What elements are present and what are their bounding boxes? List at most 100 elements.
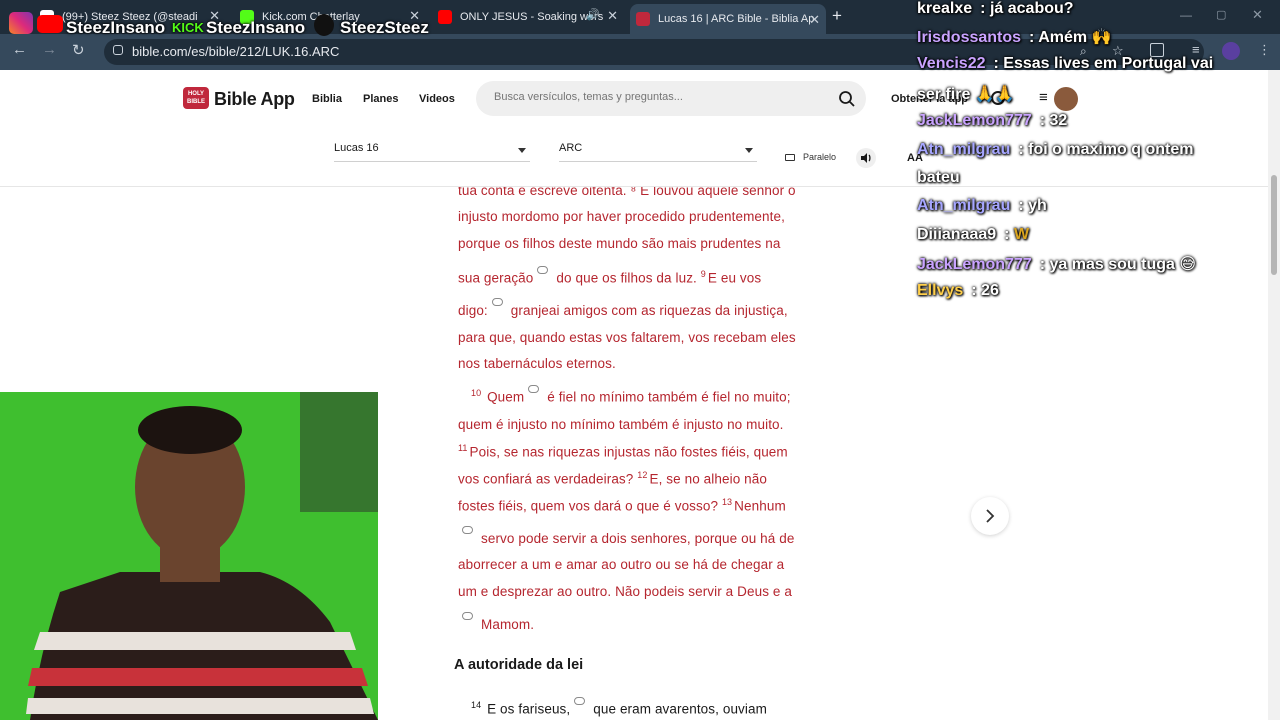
verse-text: servo pode servir a dois senhores, porqu…: [481, 531, 795, 546]
chat-text: 26: [981, 282, 999, 299]
verse-text: E, se no alheio não: [649, 471, 767, 487]
chat-message: JackLemon777: ya mas sou tuga 😅: [917, 256, 1197, 273]
search-box[interactable]: [476, 81, 866, 116]
book-chapter-select[interactable]: Lucas 16: [334, 142, 530, 162]
footnote-icon[interactable]: [574, 696, 586, 705]
chevron-down-icon: [518, 148, 526, 153]
search-input[interactable]: [494, 91, 814, 103]
page-scrollbar[interactable]: [1268, 70, 1280, 720]
verse-text: fostes fiéis, quem vos dará o que é voss…: [458, 498, 719, 514]
audio-button[interactable]: [856, 148, 876, 168]
chat-message: Vencis22: Essas lives em Portugal vai: [917, 55, 1214, 72]
verse-line: quem é injusto no mínimo também é injust…: [458, 417, 784, 432]
tab-title: Lucas 16 | ARC Bible - Biblia Ap: [658, 13, 815, 25]
chat-username: Irisdossantos: [917, 29, 1022, 46]
user-avatar[interactable]: [1054, 87, 1078, 111]
chat-text: bateu: [917, 169, 960, 186]
overlay-handle: SteezInsano: [66, 18, 166, 37]
speaker-icon[interactable]: 🔊: [586, 8, 600, 21]
verse-line: 11 Pois, se nas riquezas injustas não fos…: [458, 443, 788, 460]
tab-favicon-icon: [438, 10, 452, 24]
profile-avatar[interactable]: [1222, 42, 1240, 60]
chat-username: Ellvys: [917, 282, 964, 299]
chat-message: Diiianaaa9: W: [917, 226, 1030, 243]
speaker-icon: [861, 153, 871, 163]
footnote-icon[interactable]: [462, 526, 473, 534]
chat-username: Vencis22: [917, 55, 986, 72]
next-chapter-button[interactable]: [971, 497, 1009, 535]
chat-message: Atn_milgrau: foi o maximo q ontem: [917, 141, 1194, 158]
hamburger-menu-icon[interactable]: ≡: [1039, 89, 1048, 106]
version-select[interactable]: ARC: [559, 142, 757, 162]
browser-menu-icon[interactable]: ⋮: [1258, 42, 1271, 58]
chat-message: Ellvys: 26: [917, 282, 999, 299]
overlay-handle: SteezInsano: [206, 18, 306, 37]
tiktok-icon: [314, 14, 334, 36]
nav-biblia[interactable]: Biblia: [312, 93, 342, 105]
verse-line: digo: granjeai amigos com as riquezas da …: [458, 298, 788, 318]
close-tab-icon[interactable]: ✕: [607, 8, 618, 24]
chat-message: Atn_milgrau: yh: [917, 197, 1047, 214]
back-icon[interactable]: ←: [12, 41, 27, 58]
close-tab-icon[interactable]: ✕: [809, 12, 820, 28]
verse-number: 11: [458, 443, 468, 453]
verse-text: E os fariseus,: [487, 701, 571, 717]
nav-videos[interactable]: Videos: [419, 93, 455, 105]
verse-number: 14: [471, 700, 482, 710]
verse-line: aborrecer a um e amar ao outro ou se há …: [458, 557, 785, 572]
tab-favicon-icon: [636, 12, 650, 26]
nav-planes[interactable]: Planes: [363, 93, 398, 105]
verse-number: 10: [471, 388, 482, 398]
scrollbar-thumb[interactable]: [1271, 175, 1277, 275]
forward-icon[interactable]: →: [42, 41, 57, 58]
maximize-icon[interactable]: ▢: [1216, 8, 1226, 21]
verse-text: Nenhum: [734, 498, 786, 514]
footnote-icon[interactable]: [462, 612, 473, 620]
chat-text: 32: [1049, 112, 1068, 129]
chat-message: krealxe: já acabou?: [917, 0, 1074, 17]
streamer-video-icon: [0, 392, 378, 720]
logo-badge-text: HOLY BIBLE: [187, 91, 205, 105]
tab-youtube[interactable]: ONLY JESUS - Soaking wors 🔊 ✕: [438, 6, 624, 28]
kick-logo-icon: KICK: [172, 20, 204, 35]
chat-text: W: [1013, 226, 1030, 243]
verse-line: Mamom.: [462, 612, 535, 632]
version-value: ARC: [559, 142, 583, 154]
verse-line: 10 Quem é fiel no mínimo também é fiel no…: [471, 384, 791, 405]
close-window-icon[interactable]: ✕: [1252, 7, 1263, 23]
verse-line: 14 E os fariseus, que eram avarentos, ouv…: [471, 696, 767, 717]
chat-message: Irisdossantos: Amém 🙌: [917, 29, 1112, 46]
verse-text: Mamom.: [481, 617, 535, 632]
verse-text: Quem: [487, 389, 525, 405]
verse-text: Pois, se nas riquezas injustas não foste…: [469, 444, 788, 460]
footnote-icon[interactable]: [528, 384, 540, 393]
chevron-down-icon: [745, 148, 753, 153]
verse-number: 12: [637, 470, 648, 480]
verse-text: que eram avarentos, ouviam: [593, 701, 767, 717]
bible-app-logo-icon[interactable]: HOLY BIBLE: [183, 87, 209, 109]
chat-text: já acabou?: [989, 0, 1074, 17]
parallel-label: Paralelo: [803, 152, 837, 162]
chat-username: Diiianaaa9: [917, 226, 997, 243]
verse-line: porque os filhos deste mundo são mais pr…: [458, 236, 781, 251]
chat-username: Atn_milgrau: [917, 141, 1011, 158]
reload-icon[interactable]: ↻: [72, 41, 85, 59]
instagram-icon: [9, 12, 33, 34]
book-chapter-value: Lucas 16: [334, 142, 379, 154]
tab-bible-app[interactable]: Lucas 16 | ARC Bible - Biblia Ap ✕: [630, 4, 826, 34]
footnote-icon[interactable]: [491, 298, 503, 306]
search-icon[interactable]: [838, 90, 856, 108]
site-info-icon[interactable]: [113, 45, 123, 55]
chat-text: Amém 🙌: [1038, 29, 1112, 46]
chat-username: Atn_milgrau: [917, 197, 1011, 214]
verse-line: tua conta e escreve oitenta. ⁸ E louvou …: [458, 187, 796, 198]
url-text[interactable]: bible.com/es/bible/212/LUK.16.ARC: [132, 44, 339, 59]
footnote-icon[interactable]: [537, 265, 549, 274]
chat-text: foi o maximo q ontem: [1028, 141, 1194, 158]
verse-line: servo pode servir a dois senhores, porqu…: [462, 526, 795, 546]
parallel-toggle[interactable]: Paralelo: [785, 152, 836, 162]
verse-line: injusto mordomo por haver procedido prud…: [458, 209, 785, 224]
minimize-icon[interactable]: —: [1180, 8, 1192, 22]
site-logo-text[interactable]: Bible App: [214, 89, 295, 110]
new-tab-icon[interactable]: +: [832, 6, 842, 26]
